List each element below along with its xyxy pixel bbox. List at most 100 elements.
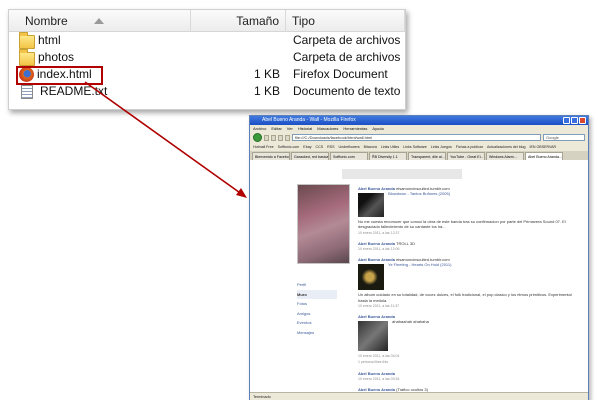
selection-highlight-box: [16, 66, 103, 85]
post-thumbnail[interactable]: [358, 193, 384, 218]
menu-ayuda[interactable]: Ayuda: [372, 125, 383, 132]
nav-fotos[interactable]: Fotos: [297, 299, 337, 309]
nav-mensajes[interactable]: Mensajes: [297, 328, 337, 338]
arrow-head-icon: [236, 188, 247, 198]
folder-icon: [19, 31, 35, 49]
bookmark-item[interactable]: RSS: [327, 143, 334, 151]
file-size: [191, 49, 286, 66]
column-header-row: Nombre Tamaño Tipo: [9, 10, 405, 32]
bookmark-item[interactable]: Links Utiles: [381, 143, 399, 151]
column-header-name[interactable]: Nombre: [9, 10, 191, 32]
tab[interactable]: Garaoked, red basica: [291, 152, 329, 160]
profile-name-blurred: [342, 169, 462, 179]
bookmark-item[interactable]: Bitacora: [364, 143, 377, 151]
wall-post: Abel Bueno Aranda TROLL 3D 10 enero 2011…: [358, 241, 573, 252]
file-name: README.txt: [40, 84, 108, 98]
file-row-photos[interactable]: photos Carpeta de archivos: [9, 48, 405, 66]
stop-button[interactable]: [278, 134, 283, 141]
tab-strip: Bienvenido a Facebook Garaoked, red basi…: [250, 151, 588, 160]
post-likes: 1 persona likes this.: [358, 360, 389, 365]
wall-post: Abel Bueno Aranda elsamoncinsculted.tumb…: [358, 186, 573, 236]
bookmark-item[interactable]: Fichas a publicar: [456, 143, 483, 151]
search-input[interactable]: Google: [543, 134, 585, 141]
reload-button[interactable]: [271, 134, 276, 141]
file-size: 1 KB: [253, 84, 280, 98]
tab[interactable]: Sofftonic.com: [330, 152, 368, 160]
bookmark-item[interactable]: Underflowers: [338, 143, 359, 151]
window-titlebar: Abel Bueno Aranda - Wall - Mozilla Firef…: [250, 116, 588, 125]
file-size: 1 KB: [253, 67, 280, 81]
bookmark-item[interactable]: Actualizaciones del blog: [487, 143, 526, 151]
post-timestamp: 10 enero 2011, a las 12:37: [358, 230, 400, 235]
text-file-icon: [21, 84, 33, 99]
column-header-size[interactable]: Tamaño: [191, 10, 286, 32]
firefox-window-screenshot: Abel Bueno Aranda - Wall - Mozilla Firef…: [249, 115, 589, 400]
menu-historial[interactable]: Historial: [298, 125, 312, 132]
bookmark-item[interactable]: Ebay: [303, 143, 311, 151]
window-title: Abel Bueno Aranda - Wall - Mozilla Firef…: [262, 117, 356, 123]
nav-amigos[interactable]: Amigos: [297, 309, 337, 319]
menu-herramientas[interactable]: Herramientas: [343, 125, 367, 132]
menu-editar[interactable]: Editar: [271, 125, 281, 132]
wall-post: Abel Bueno Aranda 10 enero 2011, a las 0…: [358, 371, 573, 382]
file-row-readme[interactable]: README.txt 1 KB Documento de texto: [9, 83, 405, 100]
screenshot-stage: Nombre Tamaño Tipo html Carpeta de archi…: [0, 0, 600, 400]
tab[interactable]: Transparent, dile al...: [408, 152, 446, 160]
navigation-bar: file:///C:/Downloads/facebook/html/wall.…: [250, 132, 588, 143]
close-icon[interactable]: [579, 117, 586, 124]
menu-ver[interactable]: Ver: [287, 125, 293, 132]
menu-marcadores[interactable]: Marcadores: [317, 125, 338, 132]
profile-photo[interactable]: [297, 184, 350, 264]
file-name: html: [38, 33, 61, 47]
post-body: No me cuesta reconocer que conoci la obr…: [358, 219, 566, 230]
maximize-icon[interactable]: [571, 117, 578, 124]
tab[interactable]: ŘB Diversity 1.1: [369, 152, 407, 160]
post-text: TROLL 3D: [396, 240, 415, 246]
file-row-html[interactable]: html Carpeta de archivos: [9, 31, 405, 49]
post-timestamp: 10 enero 2011, a las 11:37: [358, 303, 400, 308]
bookmark-item[interactable]: IEN OBSERVAR: [530, 143, 557, 151]
minimize-icon[interactable]: [563, 117, 570, 124]
file-type: Carpeta de archivos: [293, 50, 401, 64]
nav-perfil[interactable]: Perfil: [297, 280, 337, 290]
file-type: Documento de texto: [293, 84, 401, 98]
file-type: Firefox Document: [293, 67, 388, 81]
post-thumbnail[interactable]: [358, 321, 388, 352]
column-name-label: Nombre: [25, 14, 68, 28]
post-author[interactable]: Abel Bueno Aranda: [358, 371, 395, 376]
tab[interactable]: Windows Alarm...: [486, 152, 524, 160]
url-input[interactable]: file:///C:/Downloads/facebook/html/wall.…: [292, 134, 541, 141]
tab-active[interactable]: Abel Bueno Aranda...: [525, 152, 563, 160]
menu-archivo[interactable]: Archivo: [253, 125, 266, 132]
wall-post: Abel Bueno Aranda ahahaahah ahahaha 10 e…: [358, 314, 573, 366]
bookmark-item[interactable]: Links Juegos: [431, 143, 452, 151]
file-size: [191, 32, 286, 49]
profile-nav: Perfil Muro Fotos Amigos Eventos Mensaje…: [297, 280, 337, 337]
page-content: Perfil Muro Fotos Amigos Eventos Mensaje…: [250, 160, 588, 392]
column-header-type[interactable]: Tipo: [286, 10, 405, 32]
post-author[interactable]: Abel Bueno Aranda: [358, 241, 395, 246]
bookmark-item[interactable]: Hotmail Free: [253, 143, 274, 151]
file-name: photos: [38, 50, 75, 64]
bookmark-item[interactable]: Sofftonic.com: [278, 143, 300, 151]
post-timestamp: 10 enero 2011, a las 03:34: [358, 376, 400, 381]
bookmarks-toolbar: Hotmail Free Sofftonic.com Ebay CCS RSS …: [250, 143, 588, 151]
bookmark-item[interactable]: CCS: [316, 143, 324, 151]
wall-post: Abel Bueno Aranda elsamoncinsculted.tumb…: [358, 257, 573, 309]
nav-eventos[interactable]: Eventos: [297, 318, 337, 328]
forward-button[interactable]: [264, 134, 269, 141]
post-thumbnail[interactable]: [358, 264, 384, 291]
bookmark-item[interactable]: Links Software: [403, 143, 427, 151]
post-body: Un album cuidado en su totalidad, de voc…: [358, 292, 572, 303]
status-bar: Terminado: [250, 392, 588, 400]
back-button[interactable]: [253, 133, 262, 142]
post-link[interactable]: Ye Fleeting - Hearts On Hold (2011): [388, 262, 451, 267]
nav-muro[interactable]: Muro: [297, 289, 337, 299]
tab[interactable]: YouTube - Great Ei...: [447, 152, 485, 160]
tab[interactable]: Bienvenido a Facebook: [252, 152, 290, 160]
file-explorer-list: Nombre Tamaño Tipo html Carpeta de archi…: [8, 9, 406, 110]
post-text: ahahaahah ahahaha: [392, 319, 429, 325]
post-author[interactable]: Abel Bueno Aranda: [358, 314, 395, 319]
post-link[interactable]: Blowdown - Tantos Bufones (2005): [388, 191, 450, 196]
home-button[interactable]: [285, 134, 290, 141]
